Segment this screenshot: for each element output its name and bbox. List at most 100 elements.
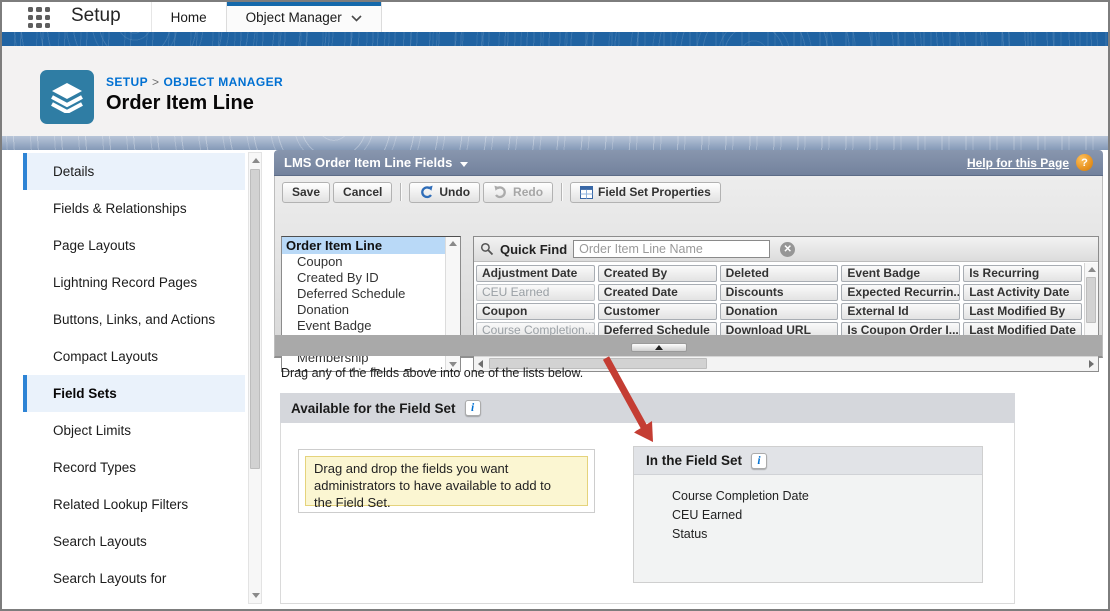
- save-button[interactable]: Save: [282, 182, 330, 203]
- fields-editor-area: Save Cancel Undo: [274, 176, 1103, 358]
- app-launcher-icon[interactable]: [28, 7, 50, 28]
- collapse-up-icon: [655, 345, 663, 350]
- global-header: Setup Home Object Manager: [2, 2, 1108, 32]
- drag-hint-text: Drag any of the fields above into one of…: [281, 366, 583, 380]
- toolbar-separator: [400, 183, 401, 201]
- field-set-properties-label: Field Set Properties: [598, 185, 711, 199]
- clear-search-icon[interactable]: ✕: [780, 242, 795, 257]
- undo-button[interactable]: Undo: [409, 182, 480, 203]
- in-field-set-list: Course Completion DateCEU EarnedStatus: [634, 475, 982, 582]
- sidebar-item-page-layouts[interactable]: Page Layouts: [23, 227, 245, 264]
- editor-title: LMS Order Item Line Fields: [284, 155, 452, 170]
- scroll-up-icon[interactable]: [252, 158, 260, 163]
- in-field-set-header: In the Field Set i: [634, 447, 982, 475]
- in-set-field-course-completion-date[interactable]: Course Completion Date: [672, 487, 982, 506]
- field-cell-ceu-earned[interactable]: CEU Earned: [476, 284, 595, 301]
- scroll-right-icon[interactable]: [1089, 360, 1094, 368]
- help-question-icon[interactable]: ?: [1076, 154, 1093, 171]
- info-icon[interactable]: i: [751, 453, 767, 469]
- tab-object-manager[interactable]: Object Manager: [226, 2, 382, 32]
- tree-item-created-by-id[interactable]: Created By ID: [282, 270, 445, 286]
- field-cell-last-modified-by[interactable]: Last Modified By: [963, 303, 1082, 320]
- field-cell-is-recurring[interactable]: Is Recurring: [963, 265, 1082, 282]
- field-cell-discounts[interactable]: Discounts: [720, 284, 839, 301]
- field-cell-customer[interactable]: Customer: [598, 303, 717, 320]
- sidebar-item-buttons-links-and-actions[interactable]: Buttons, Links, and Actions: [23, 301, 245, 338]
- in-field-set-box: In the Field Set i Course Completion Dat…: [633, 446, 983, 583]
- field-cell-donation[interactable]: Donation: [720, 303, 839, 320]
- field-cell-external-id[interactable]: External Id: [841, 303, 960, 320]
- sidebar-scrollbar-thumb[interactable]: [250, 169, 260, 469]
- tab-object-manager-label: Object Manager: [246, 10, 342, 25]
- editor-toolbar: Save Cancel Undo: [282, 180, 721, 204]
- page-title: Order Item Line: [106, 92, 254, 115]
- field-cell-created-date[interactable]: Created Date: [598, 284, 717, 301]
- editor-collapse-strip: [275, 335, 1102, 356]
- sidebar-item-lightning-record-pages[interactable]: Lightning Record Pages: [23, 264, 245, 301]
- sidebar-item-field-sets[interactable]: Field Sets: [23, 375, 245, 412]
- banner-bottom-pattern-strip: [2, 136, 1108, 150]
- sidebar-scrollbar[interactable]: [248, 152, 262, 604]
- breadcrumb: SETUP>OBJECT MANAGER: [106, 75, 283, 89]
- available-section-body: Drag and drop the fields you want admini…: [280, 423, 1015, 604]
- help-for-this-page-link[interactable]: Help for this Page: [967, 156, 1069, 170]
- undo-button-label: Undo: [439, 185, 470, 199]
- palette-vscroll-thumb[interactable]: [1086, 277, 1096, 323]
- tree-item-coupon[interactable]: Coupon: [282, 254, 445, 270]
- field-cell-expected-recurrin[interactable]: Expected Recurrin...: [841, 284, 960, 301]
- sidebar-item-fields-relationships[interactable]: Fields & Relationships: [23, 190, 245, 227]
- available-drop-zone[interactable]: Drag and drop the fields you want admini…: [298, 449, 595, 513]
- info-icon[interactable]: i: [465, 400, 481, 416]
- tree-item-event-badge[interactable]: Event Badge: [282, 318, 445, 334]
- in-set-field-ceu-earned[interactable]: CEU Earned: [672, 506, 982, 525]
- header-pattern-strip: [2, 32, 1108, 46]
- available-section-title: Available for the Field Set: [291, 401, 456, 416]
- breadcrumb-object-manager-link[interactable]: OBJECT MANAGER: [163, 75, 283, 89]
- tree-item-deferred-schedule[interactable]: Deferred Schedule: [282, 286, 445, 302]
- editor-title-caret-icon[interactable]: [460, 162, 468, 167]
- field-cell-deleted[interactable]: Deleted: [720, 265, 839, 282]
- toolbar-separator: [561, 183, 562, 201]
- chevron-down-icon: [351, 15, 362, 22]
- scroll-down-icon[interactable]: [252, 593, 260, 598]
- field-cell-last-activity-date[interactable]: Last Activity Date: [963, 284, 1082, 301]
- redo-button[interactable]: Redo: [483, 182, 553, 203]
- field-cell-event-badge[interactable]: Event Badge: [841, 265, 960, 282]
- field-set-properties-button[interactable]: Field Set Properties: [570, 182, 721, 203]
- object-layers-icon: [40, 70, 94, 124]
- cancel-button-label: Cancel: [343, 185, 382, 199]
- quick-find-input[interactable]: [573, 240, 770, 258]
- quick-find-label: Quick Find: [500, 242, 567, 257]
- in-set-field-status[interactable]: Status: [672, 525, 982, 544]
- salesforce-setup-window: Setup Home Object Manager SETUP>OBJECT M…: [0, 0, 1110, 611]
- tab-home[interactable]: Home: [151, 2, 226, 32]
- sidebar-item-related-lookup-filters[interactable]: Related Lookup Filters: [23, 486, 245, 523]
- field-cell-coupon[interactable]: Coupon: [476, 303, 595, 320]
- redo-button-label: Redo: [513, 185, 543, 199]
- quick-find-bar: Quick Find ✕: [474, 237, 1098, 262]
- field-set-properties-icon: [580, 186, 593, 199]
- tree-item-donation[interactable]: Donation: [282, 302, 445, 318]
- tab-home-label: Home: [171, 10, 207, 25]
- save-button-label: Save: [292, 185, 320, 199]
- collapse-panel-handle[interactable]: [631, 343, 687, 352]
- sidebar-item-object-limits[interactable]: Object Limits: [23, 412, 245, 449]
- breadcrumb-setup-link[interactable]: SETUP: [106, 75, 148, 89]
- field-cell-created-by[interactable]: Created By: [598, 265, 717, 282]
- field-cell-adjustment-date[interactable]: Adjustment Date: [476, 265, 595, 282]
- sidebar-item-record-types[interactable]: Record Types: [23, 449, 245, 486]
- available-section-header: Available for the Field Set i: [280, 393, 1015, 423]
- sidebar-item-search-layouts-for[interactable]: Search Layouts for: [23, 560, 245, 597]
- search-icon: [480, 242, 494, 256]
- breadcrumb-separator: >: [148, 75, 163, 89]
- redo-icon: [493, 185, 508, 199]
- app-title: Setup: [71, 5, 121, 32]
- sidebar-item-compact-layouts[interactable]: Compact Layouts: [23, 338, 245, 375]
- scroll-up-icon[interactable]: [1088, 267, 1096, 272]
- cancel-button[interactable]: Cancel: [333, 182, 392, 203]
- in-field-set-title: In the Field Set: [646, 453, 742, 468]
- tree-root-order-item-line[interactable]: Order Item Line: [282, 237, 445, 254]
- sidebar-item-details[interactable]: Details: [23, 153, 245, 190]
- scroll-up-icon[interactable]: [449, 241, 457, 246]
- sidebar-item-search-layouts[interactable]: Search Layouts: [23, 523, 245, 560]
